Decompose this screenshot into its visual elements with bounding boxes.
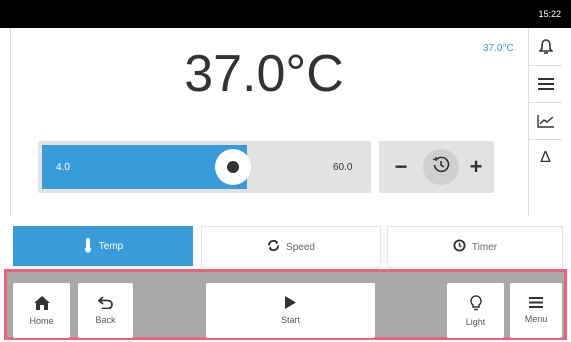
home-label: Home — [29, 315, 54, 326]
back-label: Back — [95, 315, 116, 325]
tab-timer-label: Timer — [471, 241, 498, 253]
menu-label: Menu — [524, 314, 548, 324]
slider-thumb-dot — [227, 161, 239, 173]
start-button[interactable]: Start — [206, 283, 375, 338]
decrement-button[interactable]: − — [387, 149, 415, 185]
clock-icon — [453, 239, 466, 255]
clock: 15:22 — [538, 9, 561, 19]
tab-speed-label: Speed — [286, 241, 315, 253]
status-bar — [0, 0, 571, 28]
delta-icon[interactable]: Δ — [529, 139, 562, 176]
lightbulb-icon — [469, 294, 482, 311]
tab-speed[interactable]: Speed — [201, 226, 381, 268]
home-button[interactable]: Home — [13, 283, 70, 338]
play-icon — [285, 296, 296, 309]
right-sidebar: Δ — [528, 28, 562, 216]
slider-max-label: 60.0 — [333, 162, 353, 173]
chart-icon[interactable] — [529, 102, 562, 140]
mode-tabs: Temp Speed Timer — [10, 226, 563, 268]
light-button[interactable]: Light — [447, 283, 504, 338]
tab-temp-label: Temp — [98, 240, 124, 252]
slider-min-label: 4.0 — [56, 162, 70, 173]
refresh-icon — [267, 239, 280, 255]
start-label: Start — [280, 315, 300, 325]
tab-temp[interactable]: Temp — [13, 226, 193, 266]
menu-icon — [529, 297, 543, 308]
thermometer-icon — [83, 237, 93, 256]
stepper-reset-button[interactable] — [423, 149, 459, 185]
back-icon — [97, 296, 114, 309]
home-icon — [33, 295, 50, 310]
back-button[interactable]: Back — [78, 283, 133, 338]
current-temperature: 37.0°C — [184, 45, 344, 103]
list-icon[interactable] — [529, 65, 562, 103]
history-icon — [432, 156, 450, 179]
increment-button[interactable]: + — [462, 149, 490, 185]
tab-timer[interactable]: Timer — [387, 226, 563, 268]
bell-icon[interactable] — [529, 28, 562, 66]
light-label: Light — [465, 316, 486, 327]
menu-button[interactable]: Menu — [510, 283, 562, 338]
